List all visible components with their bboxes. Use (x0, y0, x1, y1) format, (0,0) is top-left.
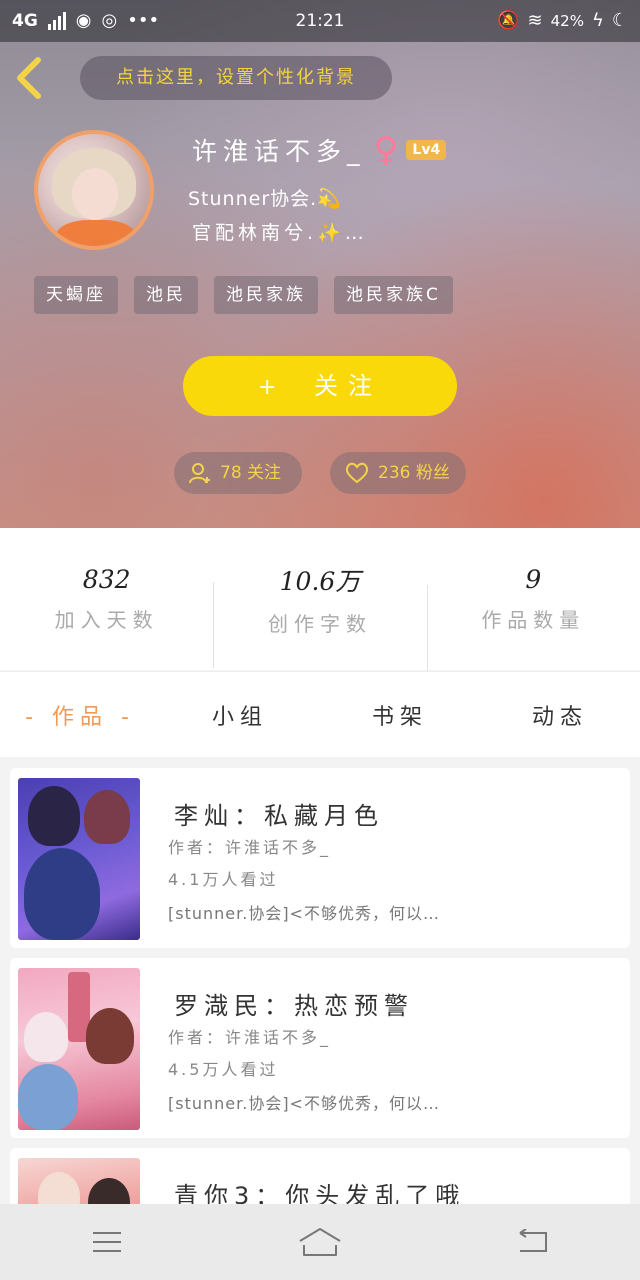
work-views: 4.1万人看过 (168, 870, 279, 889)
work-desc: [stunner.协会]<不够优秀，何以… (168, 1094, 440, 1113)
tab-activity[interactable]: 动态 (480, 699, 640, 731)
book-cover[interactable] (18, 778, 140, 940)
work-views: 4.5万人看过 (168, 1060, 279, 1079)
work-desc: [stunner.协会]<不够优秀，何以… (168, 904, 440, 923)
tag[interactable]: 池民家族 (214, 276, 318, 314)
battery-level: 42% (550, 12, 584, 30)
back-button[interactable] (14, 56, 54, 100)
work-title: 罗渽民：热恋预警 (174, 992, 414, 1020)
wifi-icon: ≋ (527, 10, 543, 31)
chevron-left-icon (17, 57, 41, 99)
list-item[interactable]: 罗渽民：热恋预警 作者：许淮话不多_ 4.5万人看过 [stunner.协会]<… (10, 958, 630, 1138)
menu-icon (92, 1232, 121, 1252)
tab-groups[interactable]: 小组 (160, 699, 320, 731)
stat-value: 9 (525, 565, 542, 594)
menu-button[interactable] (77, 1222, 137, 1262)
list-item[interactable]: 李灿：私藏月色 作者：许淮话不多_ 4.1万人看过 [stunner.协会]<不… (10, 768, 630, 948)
avatar[interactable] (34, 130, 154, 250)
moon-icon: ☾ (611, 10, 628, 31)
set-background-tip[interactable]: 点击这里，设置个性化背景 (80, 56, 392, 100)
stat-label: 作品数量 (481, 608, 586, 632)
work-title: 李灿：私藏月色 (174, 802, 384, 830)
signal-icon (47, 12, 66, 30)
home-icon (299, 1228, 341, 1256)
system-nav-bar (0, 1204, 640, 1280)
network-type: 4G (12, 11, 38, 31)
bio-line-2[interactable]: 官配林南兮.✨… (192, 218, 368, 245)
stat-value: 832 (82, 565, 131, 594)
heart-icon (345, 462, 369, 484)
mute-icon: 🔕 (497, 10, 520, 31)
tab-bar: - 作品 - 小组 书架 动态 (0, 671, 640, 757)
stat-label: 创作字数 (267, 611, 372, 636)
follow-button[interactable]: + 关注 (183, 356, 457, 416)
user-add-icon (189, 463, 210, 484)
stat-join-days: 832 加入天数 (0, 565, 213, 633)
fans-count: 236 粉丝 (378, 463, 450, 483)
return-icon (519, 1229, 548, 1252)
wechat-icon: ◎ (101, 10, 118, 31)
stats-row: 832 加入天数 10.6万 创作字数 9 作品数量 (0, 528, 640, 671)
profile-header: 4G ◉ ◎ ••• 21:21 🔕 ≋ 42% ϟ ☾ 点击这里，设置个性化背… (0, 0, 640, 528)
home-button[interactable] (290, 1222, 350, 1262)
following-button[interactable]: 78 关注 (174, 452, 302, 494)
charging-icon: ϟ (591, 10, 604, 31)
status-left: 4G ◉ ◎ ••• (12, 11, 159, 31)
work-author: 作者：许淮话不多_ (168, 1028, 332, 1047)
tag[interactable]: 池民家族C (334, 276, 453, 314)
fans-button[interactable]: 236 粉丝 (330, 452, 466, 494)
stat-word-count: 10.6万 创作字数 (213, 562, 426, 668)
tag[interactable]: 天蝎座 (34, 276, 118, 314)
stat-label: 加入天数 (54, 608, 159, 632)
female-icon: ♀ (373, 130, 399, 170)
back-nav-button[interactable] (503, 1222, 563, 1262)
plus-icon: + (257, 375, 277, 400)
tab-works[interactable]: - 作品 - (0, 699, 160, 731)
book-cover[interactable] (18, 968, 140, 1130)
tag-list: 天蝎座 池民 池民家族 池民家族C (34, 276, 453, 314)
following-count: 78 关注 (220, 463, 282, 483)
tab-bookshelf[interactable]: 书架 (320, 699, 480, 731)
work-author: 作者：许淮话不多_ (168, 838, 332, 857)
tag[interactable]: 池民 (134, 276, 198, 314)
follow-label: 关注 (314, 372, 383, 400)
qq-icon: ◉ (75, 10, 92, 31)
stat-works-count: 9 作品数量 (426, 565, 640, 671)
status-bar: 4G ◉ ◎ ••• 21:21 🔕 ≋ 42% ϟ ☾ (0, 0, 640, 42)
username-row: 许淮话不多_ ♀ Lv4 (192, 128, 447, 172)
stat-value: 10.6万 (279, 566, 361, 596)
status-right: 🔕 ≋ 42% ϟ ☾ (497, 10, 628, 31)
bio-line-1: Stunner协会.💫 (188, 188, 342, 210)
level-badge: Lv4 (406, 140, 447, 160)
more-dots-icon: ••• (127, 10, 160, 31)
username: 许淮话不多_ (192, 137, 366, 166)
